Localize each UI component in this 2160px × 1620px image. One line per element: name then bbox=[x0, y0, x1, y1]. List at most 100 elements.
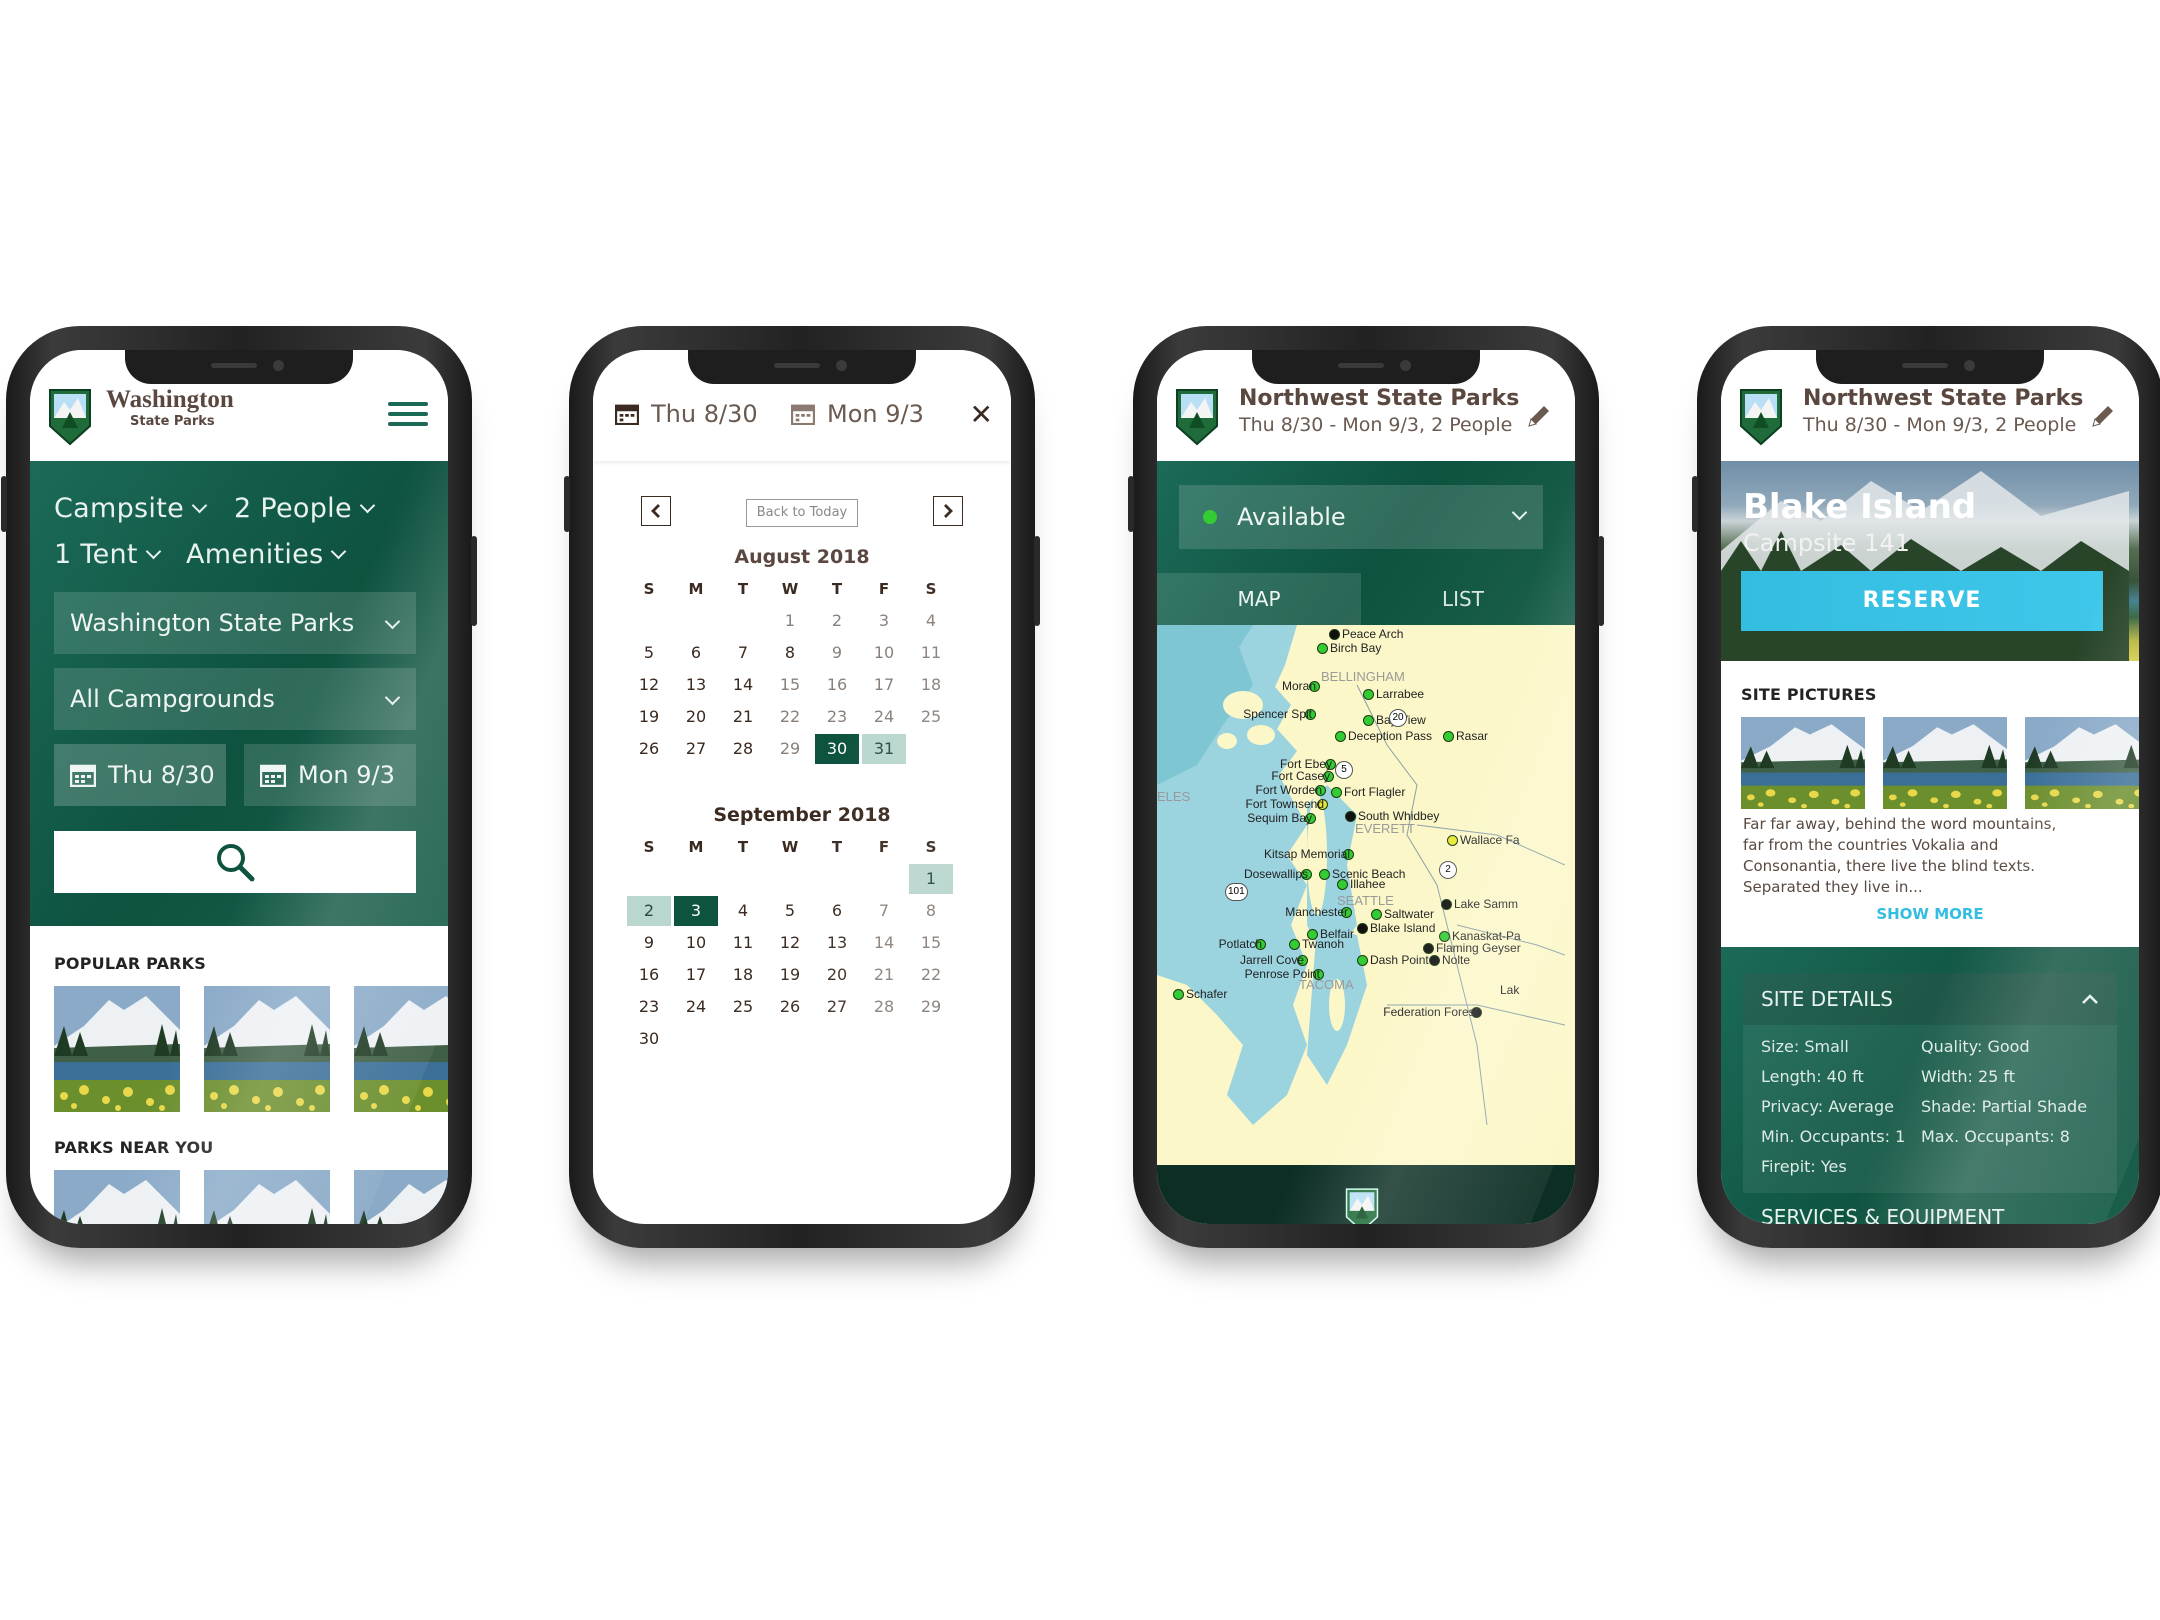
services-heading[interactable]: SERVICES & EQUIPMENT bbox=[1761, 1205, 2004, 1224]
calendar-day[interactable]: 26 bbox=[768, 992, 812, 1022]
calendar-day[interactable]: 2 bbox=[815, 606, 859, 636]
park-marker[interactable] bbox=[1319, 869, 1330, 880]
calendar-day[interactable]: 8 bbox=[909, 896, 953, 926]
park-logo-icon[interactable] bbox=[1739, 388, 1783, 446]
calendar-day[interactable]: 13 bbox=[815, 928, 859, 958]
park-thumbnail[interactable] bbox=[354, 986, 448, 1112]
show-more-link[interactable]: SHOW MORE bbox=[1721, 905, 2139, 923]
calendar-day[interactable]: 6 bbox=[815, 896, 859, 926]
calendar-day[interactable]: 20 bbox=[674, 702, 718, 732]
calendar-day[interactable]: 6 bbox=[674, 638, 718, 668]
close-icon[interactable]: ✕ bbox=[970, 398, 993, 431]
calendar-day[interactable]: 24 bbox=[674, 992, 718, 1022]
calendar-day[interactable]: 5 bbox=[627, 638, 671, 668]
park-select[interactable]: Washington State Parks bbox=[54, 592, 416, 654]
calendar-day[interactable]: 1 bbox=[909, 864, 953, 894]
park-thumbnail[interactable] bbox=[204, 1170, 330, 1224]
calendar-day[interactable]: 12 bbox=[627, 670, 671, 700]
type-dropdown[interactable]: Campsite bbox=[54, 493, 208, 524]
park-marker[interactable] bbox=[1363, 689, 1374, 700]
tab-list[interactable]: LIST bbox=[1361, 573, 1565, 625]
park-marker[interactable] bbox=[1335, 731, 1346, 742]
calendar-day[interactable]: 19 bbox=[768, 960, 812, 990]
search-button[interactable] bbox=[54, 831, 416, 893]
calendar-day[interactable]: 16 bbox=[627, 960, 671, 990]
calendar-day[interactable]: 21 bbox=[721, 702, 765, 732]
calendar-day[interactable]: 4 bbox=[721, 896, 765, 926]
calendar-day[interactable]: 30 bbox=[627, 1024, 671, 1054]
site-details-toggle[interactable]: SITE DETAILS bbox=[1743, 973, 2117, 1025]
calendar-day[interactable]: 18 bbox=[909, 670, 953, 700]
calendar-day[interactable]: 29 bbox=[768, 734, 812, 764]
people-dropdown[interactable]: 2 People bbox=[234, 493, 376, 524]
calendar-day[interactable]: 12 bbox=[768, 928, 812, 958]
calendar-day[interactable]: 20 bbox=[815, 960, 859, 990]
tent-dropdown[interactable]: 1 Tent bbox=[54, 539, 162, 570]
pencil-edit-icon[interactable] bbox=[1525, 402, 1553, 430]
checkout-date[interactable]: Mon 9/3 bbox=[791, 400, 924, 428]
calendar-day[interactable]: 1 bbox=[768, 606, 812, 636]
calendar-day[interactable]: 23 bbox=[815, 702, 859, 732]
park-marker[interactable] bbox=[1317, 643, 1328, 654]
availability-dropdown[interactable]: Available bbox=[1179, 485, 1543, 549]
amenities-dropdown[interactable]: Amenities bbox=[186, 539, 347, 570]
park-marker[interactable] bbox=[1357, 955, 1368, 966]
calendar-day[interactable]: 15 bbox=[768, 670, 812, 700]
calendar-day[interactable]: 25 bbox=[909, 702, 953, 732]
park-thumbnail[interactable] bbox=[1883, 717, 2007, 809]
calendar-day[interactable]: 30 bbox=[815, 734, 859, 764]
hamburger-menu-icon[interactable] bbox=[388, 402, 428, 426]
calendar-day[interactable]: 8 bbox=[768, 638, 812, 668]
calendar-day[interactable]: 21 bbox=[862, 960, 906, 990]
park-marker[interactable] bbox=[1363, 715, 1374, 726]
park-marker[interactable] bbox=[1289, 939, 1300, 950]
park-logo-icon[interactable] bbox=[1175, 388, 1219, 446]
calendar-day[interactable]: 3 bbox=[674, 896, 718, 926]
calendar-day[interactable]: 14 bbox=[721, 670, 765, 700]
calendar-day[interactable]: 27 bbox=[815, 992, 859, 1022]
reserve-button[interactable]: RESERVE bbox=[1741, 571, 2103, 631]
calendar-day[interactable]: 2 bbox=[627, 896, 671, 926]
park-marker[interactable] bbox=[1423, 943, 1434, 954]
calendar-day[interactable]: 22 bbox=[768, 702, 812, 732]
calendar-day[interactable]: 16 bbox=[815, 670, 859, 700]
calendar-day[interactable]: 23 bbox=[627, 992, 671, 1022]
calendar-day[interactable]: 28 bbox=[721, 734, 765, 764]
calendar-day[interactable]: 7 bbox=[862, 896, 906, 926]
park-thumbnail[interactable] bbox=[204, 986, 330, 1112]
calendar-day[interactable]: 31 bbox=[862, 734, 906, 764]
park-thumbnail[interactable] bbox=[54, 1170, 180, 1224]
park-marker[interactable] bbox=[1337, 879, 1348, 890]
park-marker[interactable] bbox=[1357, 923, 1368, 934]
park-marker[interactable] bbox=[1173, 989, 1184, 1000]
calendar-day[interactable]: 13 bbox=[674, 670, 718, 700]
calendar-day[interactable]: 9 bbox=[627, 928, 671, 958]
calendar-day[interactable]: 19 bbox=[627, 702, 671, 732]
checkin-date[interactable]: Thu 8/30 bbox=[615, 400, 758, 428]
park-marker[interactable] bbox=[1371, 909, 1382, 920]
park-logo-icon[interactable] bbox=[48, 388, 92, 446]
next-month-button[interactable] bbox=[933, 496, 963, 526]
campground-select[interactable]: All Campgrounds bbox=[54, 668, 416, 730]
park-marker[interactable] bbox=[1443, 731, 1454, 742]
checkin-field[interactable]: Thu 8/30 bbox=[54, 744, 226, 806]
park-thumbnail[interactable] bbox=[2025, 717, 2139, 809]
pencil-edit-icon[interactable] bbox=[2089, 402, 2117, 430]
calendar-day[interactable]: 10 bbox=[674, 928, 718, 958]
calendar-day[interactable]: 7 bbox=[721, 638, 765, 668]
calendar-day[interactable]: 27 bbox=[674, 734, 718, 764]
calendar-day[interactable]: 17 bbox=[862, 670, 906, 700]
park-thumbnail[interactable] bbox=[354, 1170, 448, 1224]
park-marker[interactable] bbox=[1429, 955, 1440, 966]
calendar-day[interactable]: 5 bbox=[768, 896, 812, 926]
calendar-day[interactable]: 11 bbox=[909, 638, 953, 668]
park-marker[interactable] bbox=[1331, 787, 1342, 798]
calendar-day[interactable]: 26 bbox=[627, 734, 671, 764]
calendar-day[interactable]: 11 bbox=[721, 928, 765, 958]
calendar-day[interactable]: 4 bbox=[909, 606, 953, 636]
calendar-day[interactable]: 14 bbox=[862, 928, 906, 958]
checkout-field[interactable]: Mon 9/3 bbox=[244, 744, 416, 806]
park-thumbnail[interactable] bbox=[1741, 717, 1865, 809]
park-marker[interactable] bbox=[1441, 899, 1452, 910]
calendar-day[interactable]: 9 bbox=[815, 638, 859, 668]
